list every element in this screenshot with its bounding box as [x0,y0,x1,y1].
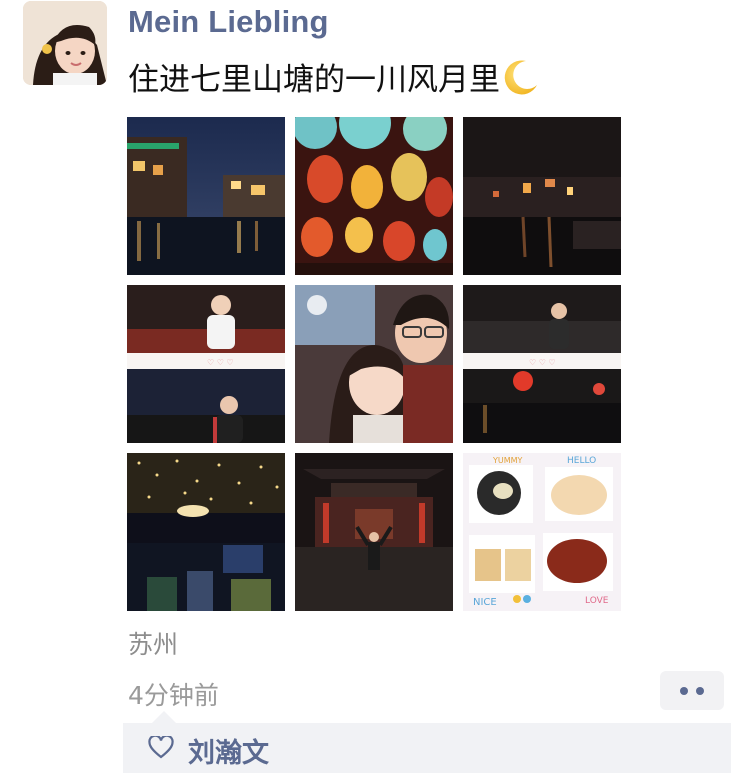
night-canal-town-photo[interactable] [127,117,285,275]
avatar[interactable] [23,1,107,85]
crescent-moon-icon [504,60,537,95]
author-name[interactable]: Mein Liebling [128,4,329,40]
hello-sticker: HELLO [567,456,596,466]
avatar-image [23,1,107,85]
post-text-content: 住进七里山塘的一川风月里 [128,62,500,98]
post-timestamp: 4分钟前 [128,681,219,710]
svg-text:♡ ♡ ♡: ♡ ♡ ♡ [207,358,234,367]
couple-collage-right-photo[interactable]: ♡ ♡ ♡ [463,285,621,443]
food-collage-photo[interactable]: YUMMY HELLO NICE LOVE [463,453,621,611]
heart-icon [148,736,174,759]
love-sticker: LOVE [585,596,609,606]
post-text: 住进七里山塘的一川风月里 [128,54,540,99]
couple-collage-left-photo[interactable]: ♡ ♡ ♡ [127,285,285,443]
dark-river-street-photo[interactable] [463,117,621,275]
dot-icon [680,687,688,695]
couple-selfie-photo[interactable] [295,285,453,443]
svg-text:♡ ♡ ♡: ♡ ♡ ♡ [529,358,556,367]
liker-name[interactable]: 刘瀚文 [188,731,269,770]
photo-grid: ♡ ♡ ♡ ♡ ♡ ♡ YUMMY HELLO NICE LOVE [127,117,621,611]
yummy-sticker: YUMMY [492,456,523,465]
starry-lights-photo[interactable] [127,453,285,611]
nice-sticker: NICE [473,597,497,608]
location-link[interactable]: 苏州 [128,625,178,661]
likes-caret [152,711,176,723]
lantern-market-photo[interactable] [295,117,453,275]
temple-gate-photo[interactable] [295,453,453,611]
comment-menu-button[interactable] [660,671,724,710]
dot-icon [696,687,704,695]
